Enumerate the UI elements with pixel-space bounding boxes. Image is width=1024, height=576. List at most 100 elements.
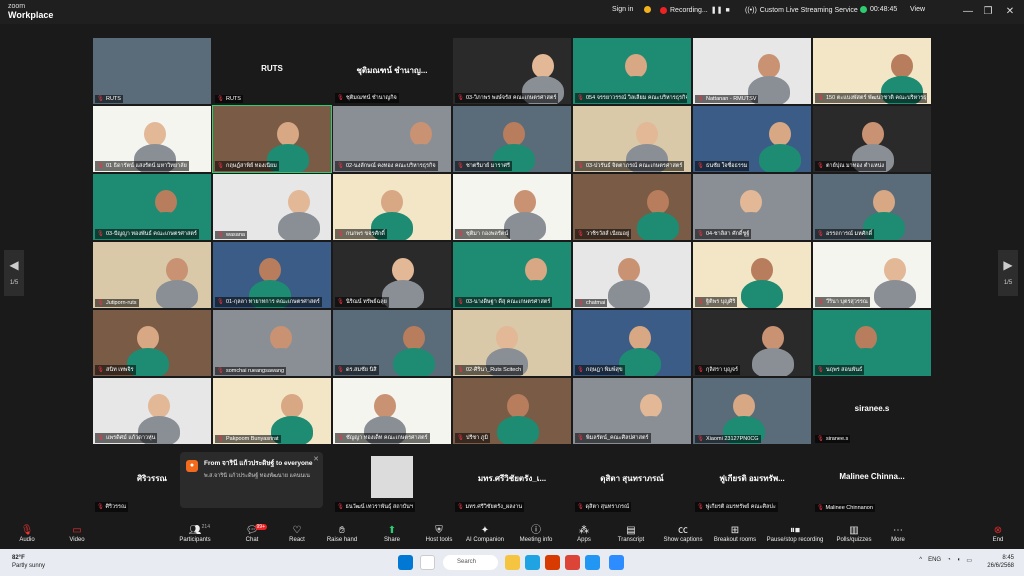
participant-tile[interactable]: 🎙︎ somchai rueangsawang — [213, 310, 331, 376]
clock[interactable]: 8:45 26/6/2568 — [987, 554, 1014, 570]
participant-tile[interactable]: 🎙︎ 02-ศิรินา_Ruts Scitech — [453, 310, 571, 376]
polls-button[interactable]: ▥ Polls/quizzes — [829, 524, 879, 543]
participant-tile[interactable]: 🎙︎ ชัญญา ทองเด็ท คณะเกษตรศาสตร์ — [333, 378, 451, 444]
participant-tile[interactable]: 🎙︎ กุลิสรา บุญจร์ — [693, 310, 811, 376]
participant-tile[interactable]: 🎙︎ ธนชัย ใจซื่อธรรม — [693, 106, 811, 172]
captions-button[interactable]: ㏄ Show captions — [657, 524, 709, 543]
participant-tile[interactable]: 🎙︎ Pakpoom Bunyasrirat — [213, 378, 331, 444]
participant-tile[interactable]: 🎙︎ 04-ชาลิสา ศักดิ์ชูฐ์ — [693, 174, 811, 240]
system-tray[interactable]: ^ ENG ◔ ◖ ▭ — [919, 557, 972, 564]
participant-tile[interactable]: 🎙︎ พิมลรัตน์_คณะศิลปศาสตร์ — [573, 378, 691, 444]
ai-companion-button[interactable]: ✦ AI Companion — [460, 524, 510, 543]
minimize-icon[interactable]: — — [960, 4, 976, 20]
close-icon[interactable]: ✕ — [1002, 4, 1018, 20]
react-button[interactable]: ♡ React — [272, 524, 322, 543]
participant-tile[interactable]: 🎙︎ 02-นงลักษณ์ คงทอง คณะบริหารธุรกิจ — [333, 106, 451, 172]
prev-page-button[interactable]: ◀ 1/5 — [4, 250, 24, 296]
participant-tile[interactable]: 🎙︎ 150 ตะแบงพัสตร์ พัฒนาชาติ คณะบริหารธุร… — [813, 38, 931, 104]
participant-tile[interactable]: 🎙︎ นฤพร สอนพันธ์ — [813, 310, 931, 376]
sparkle-icon: ✦ — [480, 525, 490, 536]
taskbar-search[interactable]: Search — [443, 555, 498, 570]
participant-tile[interactable]: 🎙︎ 03-ปวรันธ์ จิตตาภรณ์ คณะเกษตรศาสตร์ — [573, 106, 691, 172]
participant-tile[interactable]: 🎙︎ อรรถการณ์ มหศักดิ์ — [813, 174, 931, 240]
pause-recording-button[interactable]: ⏸⏹ Pause/stop recording — [763, 524, 827, 543]
participant-tile[interactable]: 🎙︎ 01 ธิดารัตน์ แสงรัตน์ มหาวิทยาลัย — [93, 106, 211, 172]
recording-status[interactable]: Recording... ❚❚ ■ — [660, 6, 730, 14]
participant-tile[interactable]: 🎙︎ 03-ปัญญา ทองพันธ์ คณะเกษตรศาสตร์ — [93, 174, 211, 240]
participant-tile[interactable]: 🎙︎ 03-วิภาพร พงษ์จรัส คณะเกษตรศาสตร์ — [453, 38, 571, 104]
participant-tile[interactable]: 🎙︎ กฤษฎา พิมพ์สุข — [573, 310, 691, 376]
host-tools-button[interactable]: ⛨ Host tools — [414, 524, 464, 543]
view-button[interactable]: View — [910, 6, 925, 13]
chrome-icon[interactable] — [565, 555, 580, 570]
participant-tile[interactable]: 🎙︎ RUTS — [93, 38, 211, 104]
pause-icon[interactable]: ❚❚ — [711, 6, 723, 14]
participant-tile[interactable]: 🎙︎ ชาตรีมาย์ มาราศรี — [453, 106, 571, 172]
participant-name: 🎙︎ แพรดิศม์ แก้วดาวหุ่น — [95, 433, 158, 443]
stop-icon[interactable]: ■ — [725, 7, 729, 14]
participant-tile[interactable]: 🎙︎ ตาย์ปุณ มาทอง ตำแหน่ง — [813, 106, 931, 172]
meeting-info-button[interactable]: ⓘ Meeting info — [511, 524, 561, 543]
participant-tile[interactable]: RUTS 🎙︎ RUTS — [213, 38, 331, 104]
participant-tile[interactable]: 🎙︎ สนิท เทพจิร — [93, 310, 211, 376]
participant-tile[interactable]: 🎙︎ ชุติมา กองพลรัตน์ — [453, 174, 571, 240]
participant-tile[interactable]: siranee.s 🎙︎ siranee.s — [813, 378, 931, 444]
chat-notification[interactable]: ● From จารินี แก้วประดิษฐ์ to everyone พ… — [180, 452, 323, 508]
next-page-button[interactable]: ▶ 1/5 — [998, 250, 1018, 296]
breakout-rooms-button[interactable]: ⊞ Breakout rooms — [710, 524, 760, 543]
participant-tile[interactable]: 🎙︎ ฐิติพร บุญศิริ — [693, 242, 811, 308]
close-icon[interactable]: ✕ — [313, 455, 319, 463]
participant-tile[interactable]: 🎙︎ chatmai — [573, 242, 691, 308]
chat-button[interactable]: 💬︎ 99+ Chat — [227, 524, 277, 543]
participant-tile[interactable]: 🎙︎ Xiaomi 23127PN0CG — [693, 378, 811, 444]
end-button[interactable]: ⊗ End — [973, 524, 1023, 543]
live-stream-status[interactable]: ((•))Custom Live Streaming Service⌄ — [745, 6, 867, 15]
mic-muted-icon: 🎙︎ — [97, 231, 104, 237]
share-button[interactable]: ⬆ Share — [367, 524, 417, 543]
participant-tile[interactable]: 🎙︎ กนกพร ขจรศักดิ์ — [333, 174, 451, 240]
participant-tile[interactable]: ชุติมณฑน์ ชำนาญ... 🎙︎ ชุติมณฑน์ ชำนาญกิจ — [333, 38, 451, 104]
search-icon[interactable] — [420, 555, 435, 570]
participant-tile[interactable]: 🎙︎ ดร.สมชัย นิสิ — [333, 310, 451, 376]
participant-tile[interactable]: 🎙︎ กฤษฎ์สาพิย์ ทองเนียม — [212, 105, 332, 173]
participant-tile[interactable]: 🎙︎ วีรินา บุตรสุวรรณ — [813, 242, 931, 308]
apps-label: Apps — [577, 537, 591, 543]
shield-icon[interactable] — [644, 6, 651, 13]
participant-tile[interactable]: 🎙︎ 054 จรรยาวรรณ์ วิลเลียม คณะบริหารธุรกิ… — [573, 38, 691, 104]
apps-button[interactable]: ⁂ Apps — [559, 524, 609, 543]
participant-tile[interactable]: 🎙︎ 03-นางดิษฐา ดีสุ คณะเกษตรศาสตร์ — [453, 242, 571, 308]
participant-tile[interactable]: มทร.ศรีวิชัยตรัง_เ... 🎙︎ มทร.ศรีวิชัยตรัง… — [453, 452, 571, 514]
file-explorer-icon[interactable] — [505, 555, 520, 570]
participant-tile[interactable]: 🎙︎ Jutiporn-ruts — [93, 242, 211, 308]
participant-tile[interactable]: 🎙︎ นิริณน์ ทรัพย์ฉลุย — [333, 242, 451, 308]
participant-tile[interactable]: Malinee Chinna... 🎙︎ Malinee Chinnanon — [813, 452, 931, 514]
mic-muted-icon: 🎙︎ — [457, 435, 464, 441]
windows-start-icon[interactable] — [398, 555, 413, 570]
transcript-button[interactable]: ▤ Transcript — [606, 524, 656, 543]
participant-tile[interactable]: 🎙︎ วาชิรวัสส์ เนียมอยู่ — [573, 174, 691, 240]
office-icon[interactable] — [545, 555, 560, 570]
person-head — [762, 326, 784, 350]
participants-button[interactable]: 👥︎ 214 Participants — [170, 524, 220, 543]
raise-hand-button[interactable]: ✋︎ Raise hand — [317, 524, 367, 543]
participant-tile[interactable]: 🎙︎ wasana — [213, 174, 331, 240]
participant-tile[interactable]: ดุสิตา สุนทราภรณ์ 🎙︎ ดุสิตา สุนทราภรณ์ — [573, 452, 691, 514]
maximize-icon[interactable]: ❐ — [980, 4, 996, 20]
participant-tile[interactable]: 🎙︎ แพรดิศม์ แก้วดาวหุ่น — [93, 378, 211, 444]
participant-tile[interactable]: ฟูเกียรติ อมรทรัพ... 🎙︎ ฟูเกียรติ อมรทรัพ… — [693, 452, 811, 514]
participant-tile[interactable]: 🎙︎ Nattanan - RMUTSV — [693, 38, 811, 104]
more-button[interactable]: ⋯ More — [873, 524, 923, 543]
sign-in-button[interactable]: Sign in — [612, 6, 633, 13]
store-icon[interactable] — [585, 555, 600, 570]
participant-name-center: มทร.ศรีวิชัยตรัง_เ... — [477, 474, 547, 483]
participant-tile[interactable]: 🎙︎ 01-กุลลา ทายาทการ คณะเกษตรศาสตร์ — [213, 242, 331, 308]
participant-label: กฤษฎา พิมพ์สุข — [585, 367, 623, 373]
zoom-app-icon[interactable] — [609, 555, 624, 570]
participants-label: Participants — [179, 537, 211, 543]
audio-button[interactable]: 🎙︎ Audio — [2, 524, 52, 543]
video-button[interactable]: ▭ Video — [52, 524, 102, 543]
participant-tile[interactable]: 🎙︎ ธนวัฒน์ เทวราพันธุ์ สถาบันฯ — [333, 452, 451, 514]
edge-icon[interactable] — [525, 555, 540, 570]
weather-widget[interactable]: 82°F Partly sunny — [12, 554, 45, 570]
participant-tile[interactable]: 🎙︎ ปรีชา ภูมิ — [453, 378, 571, 444]
